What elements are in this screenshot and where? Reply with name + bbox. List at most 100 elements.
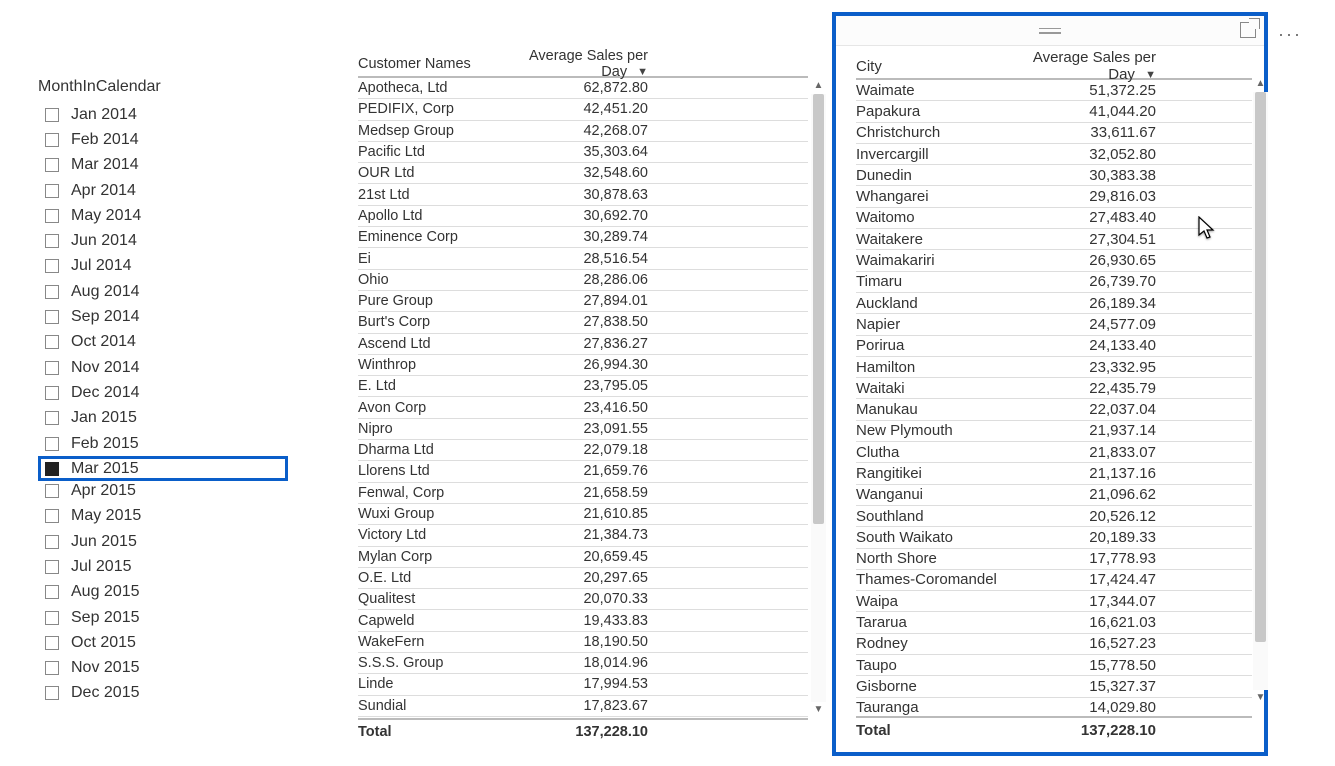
table-row[interactable]: Eminence Corp30,289.74: [358, 227, 808, 248]
visual-header[interactable]: [836, 16, 1264, 46]
table-row[interactable]: Napier24,577.09: [856, 314, 1252, 335]
table-row[interactable]: S.S.S. Group18,014.96: [358, 653, 808, 674]
table-row[interactable]: Nipro23,091.55: [358, 419, 808, 440]
table-row[interactable]: Avon Corp23,416.50: [358, 397, 808, 418]
checkbox-icon[interactable]: [45, 234, 59, 248]
table-row[interactable]: Gisborne15,327.37: [856, 676, 1252, 697]
table-row[interactable]: Waitaki22,435.79: [856, 378, 1252, 399]
table-row[interactable]: PEDIFIX, Corp42,451.20: [358, 99, 808, 120]
checkbox-icon[interactable]: [45, 259, 59, 273]
table-row[interactable]: Whangarei29,816.03: [856, 186, 1252, 207]
slicer-item[interactable]: Apr 2014: [38, 178, 288, 203]
table-row[interactable]: Ei28,516.54: [358, 248, 808, 269]
table-row[interactable]: Waitakere27,304.51: [856, 229, 1252, 250]
table-row[interactable]: Manukau22,037.04: [856, 399, 1252, 420]
scroll-thumb[interactable]: [813, 94, 824, 524]
slicer-item[interactable]: May 2015: [38, 504, 288, 529]
slicer-item[interactable]: Jun 2015: [38, 529, 288, 554]
table-row[interactable]: Christchurch33,611.67: [856, 123, 1252, 144]
table-row[interactable]: Linde17,994.53: [358, 674, 808, 695]
slicer-item[interactable]: Jan 2015: [38, 406, 288, 431]
table-row[interactable]: Qualitest20,070.33: [358, 589, 808, 610]
table-row[interactable]: Clutha21,833.07: [856, 442, 1252, 463]
slicer-item[interactable]: Jan 2014: [38, 102, 288, 127]
checkbox-icon[interactable]: [45, 133, 59, 147]
checkbox-icon[interactable]: [45, 636, 59, 650]
checkbox-icon[interactable]: [45, 209, 59, 223]
table-row[interactable]: OUR Ltd32,548.60: [358, 163, 808, 184]
column-header-city[interactable]: City: [856, 58, 1016, 75]
slicer-item[interactable]: Sep 2015: [38, 605, 288, 630]
table-row[interactable]: Taupo15,778.50: [856, 655, 1252, 676]
table-row[interactable]: Waipa17,344.07: [856, 591, 1252, 612]
column-header-avg-sales[interactable]: Average Sales per Day ▼: [528, 48, 648, 80]
table-row[interactable]: Medsep Group42,268.07: [358, 121, 808, 142]
checkbox-icon[interactable]: [45, 184, 59, 198]
scroll-thumb[interactable]: [1255, 92, 1266, 642]
table-row[interactable]: Wanganui21,096.62: [856, 485, 1252, 506]
checkbox-icon[interactable]: [45, 335, 59, 349]
table-row[interactable]: North Shore17,778.93: [856, 549, 1252, 570]
table-row[interactable]: Mylan Corp20,659.45: [358, 547, 808, 568]
table-row[interactable]: Dunedin30,383.38: [856, 165, 1252, 186]
table-row[interactable]: South Waikato20,189.33: [856, 527, 1252, 548]
table-row[interactable]: Tararua16,621.03: [856, 612, 1252, 633]
table-row[interactable]: E. Ltd23,795.05: [358, 376, 808, 397]
table-row[interactable]: Winthrop26,994.30: [358, 355, 808, 376]
scrollbar[interactable]: ▲ ▼: [811, 78, 826, 718]
slicer-item[interactable]: Nov 2015: [38, 656, 288, 681]
table-row[interactable]: Dharma Ltd22,079.18: [358, 440, 808, 461]
drag-grip-icon[interactable]: [1039, 28, 1061, 34]
slicer-item[interactable]: Mar 2014: [38, 153, 288, 178]
checkbox-icon[interactable]: [45, 535, 59, 549]
slicer-item[interactable]: May 2014: [38, 203, 288, 228]
slicer-item[interactable]: Oct 2015: [38, 630, 288, 655]
checkbox-icon[interactable]: [45, 437, 59, 451]
table-row[interactable]: Llorens Ltd21,659.76: [358, 461, 808, 482]
table-row[interactable]: Waitomo27,483.40: [856, 208, 1252, 229]
table-row[interactable]: Tauranga14,029.80: [856, 698, 1252, 716]
checkbox-icon[interactable]: [45, 686, 59, 700]
more-options-icon[interactable]: ···: [1278, 24, 1302, 45]
table-row[interactable]: Pure Group27,894.01: [358, 291, 808, 312]
table-row[interactable]: Fenwal, Corp21,658.59: [358, 483, 808, 504]
checkbox-icon[interactable]: [45, 462, 59, 476]
table-row[interactable]: Ohio28,286.06: [358, 270, 808, 291]
scroll-up-icon[interactable]: ▲: [814, 78, 824, 94]
table-row[interactable]: Rodney16,527.23: [856, 634, 1252, 655]
checkbox-icon[interactable]: [45, 361, 59, 375]
checkbox-icon[interactable]: [45, 611, 59, 625]
checkbox-icon[interactable]: [45, 661, 59, 675]
slicer-item[interactable]: Jun 2014: [38, 228, 288, 253]
slicer-item[interactable]: Apr 2015: [38, 478, 288, 503]
table-row[interactable]: Ascend Ltd27,836.27: [358, 334, 808, 355]
slicer-item[interactable]: Dec 2014: [38, 380, 288, 405]
table-row[interactable]: Wuxi Group21,610.85: [358, 504, 808, 525]
table-row[interactable]: Waimakariri26,930.65: [856, 250, 1252, 271]
table-row[interactable]: Timaru26,739.70: [856, 272, 1252, 293]
checkbox-icon[interactable]: [45, 386, 59, 400]
table-row[interactable]: Sundial17,823.67: [358, 696, 808, 717]
checkbox-icon[interactable]: [45, 560, 59, 574]
slicer-item[interactable]: Aug 2015: [38, 580, 288, 605]
table-row[interactable]: WakeFern18,190.50: [358, 632, 808, 653]
scrollbar[interactable]: ▲ ▼: [1253, 76, 1268, 706]
city-table-visual-selected[interactable]: City Average Sales per Day ▼ Waimate51,3…: [832, 12, 1268, 756]
scroll-down-icon[interactable]: ▼: [1256, 690, 1266, 706]
scroll-down-icon[interactable]: ▼: [814, 702, 824, 718]
table-row[interactable]: Waimate51,372.25: [856, 80, 1252, 101]
table-row[interactable]: Invercargill32,052.80: [856, 144, 1252, 165]
slicer-item[interactable]: Jul 2014: [38, 254, 288, 279]
table-row[interactable]: Apotheca, Ltd62,872.80: [358, 78, 808, 99]
table-row[interactable]: Auckland26,189.34: [856, 293, 1252, 314]
table-row[interactable]: Rangitikei21,137.16: [856, 463, 1252, 484]
checkbox-icon[interactable]: [45, 585, 59, 599]
table-row[interactable]: Hamilton23,332.95: [856, 357, 1252, 378]
slicer-item[interactable]: Feb 2014: [38, 127, 288, 152]
scroll-track[interactable]: [1253, 92, 1268, 690]
slicer-item[interactable]: Dec 2015: [38, 681, 288, 706]
focus-mode-icon[interactable]: [1240, 22, 1256, 38]
table-row[interactable]: O.E. Ltd20,297.65: [358, 568, 808, 589]
checkbox-icon[interactable]: [45, 484, 59, 498]
checkbox-icon[interactable]: [45, 509, 59, 523]
